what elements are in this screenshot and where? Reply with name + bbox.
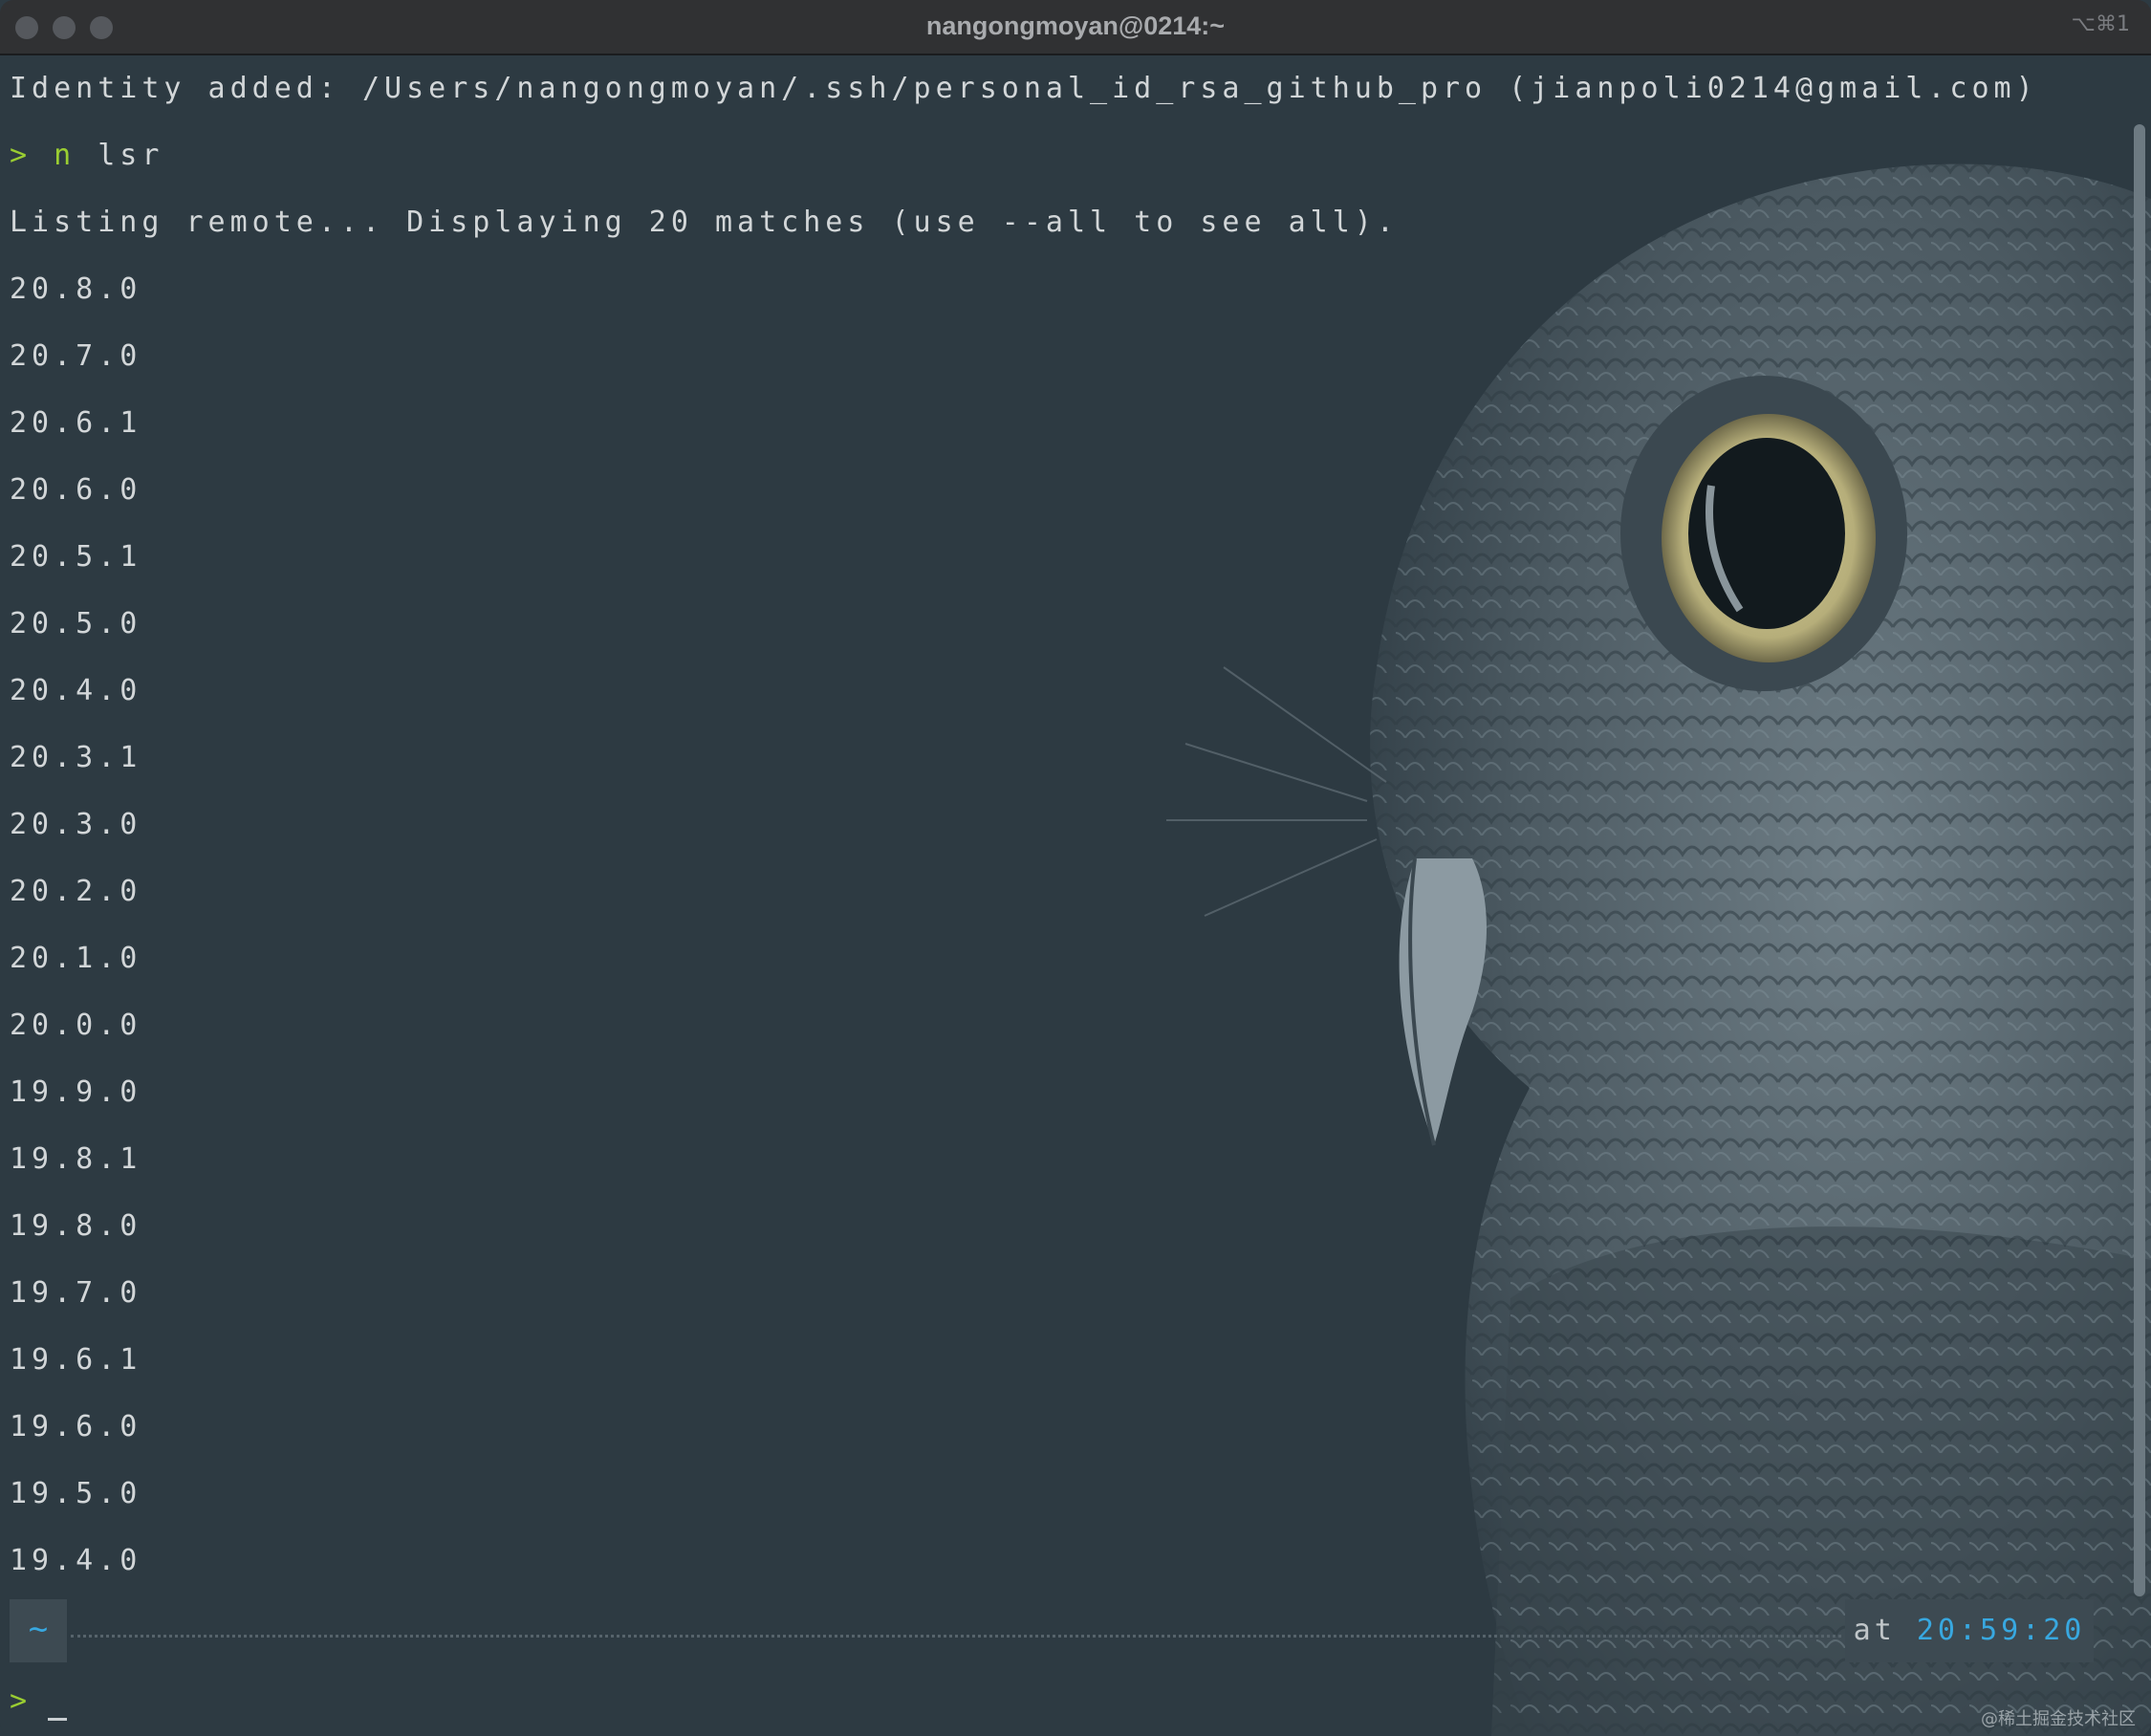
prompt-arrow-icon: > bbox=[10, 139, 33, 172]
tab-shortcut-label: ⌥⌘1 bbox=[2071, 12, 2130, 36]
version-line: 19.9.0 bbox=[10, 1075, 142, 1109]
version-line: 20.6.0 bbox=[10, 473, 142, 507]
version-line: 20.2.0 bbox=[10, 875, 142, 908]
window-title: nangongmoyan@0214:~ bbox=[925, 11, 1226, 40]
command-line: > n lsr bbox=[10, 122, 163, 189]
version-line: 19.8.0 bbox=[10, 1209, 142, 1243]
version-line: 20.8.0 bbox=[10, 272, 142, 306]
version-line: 20.0.0 bbox=[10, 1009, 142, 1042]
status-line-filler bbox=[71, 1635, 1841, 1638]
version-line: 20.5.0 bbox=[10, 607, 142, 640]
identity-line: Identity added: /Users/nangongmoyan/.ssh… bbox=[10, 72, 2038, 105]
terminal-window: nangongmoyan@0214:~ ⌥⌘1 Identity added: … bbox=[0, 0, 2151, 1736]
time-prefix: at bbox=[1853, 1614, 1917, 1647]
owl-background-image bbox=[1166, 163, 2151, 1736]
version-line: 20.7.0 bbox=[10, 339, 142, 373]
version-line: 20.1.0 bbox=[10, 942, 142, 975]
vertical-scrollbar[interactable] bbox=[2134, 124, 2145, 1596]
version-line: 20.3.1 bbox=[10, 741, 142, 774]
input-prompt-arrow-icon: > bbox=[10, 1684, 28, 1718]
time-segment: at 20:59:20 bbox=[1845, 1599, 2094, 1662]
version-line: 19.6.1 bbox=[10, 1343, 142, 1377]
version-line: 19.7.0 bbox=[10, 1276, 142, 1310]
version-line: 20.5.1 bbox=[10, 540, 142, 574]
current-directory-segment: ~ bbox=[10, 1599, 67, 1662]
version-line: 20.3.0 bbox=[10, 808, 142, 841]
command-args: lsr bbox=[76, 139, 164, 172]
version-line: 19.4.0 bbox=[10, 1544, 142, 1577]
title-bar: nangongmoyan@0214:~ ⌥⌘1 bbox=[0, 0, 2151, 55]
version-line: 20.4.0 bbox=[10, 674, 142, 707]
time-value: 20:59:20 bbox=[1916, 1614, 2086, 1647]
command-name: n bbox=[54, 139, 76, 172]
version-line: 20.6.1 bbox=[10, 406, 142, 440]
listing-line: Listing remote... Displaying 20 matches … bbox=[10, 206, 1399, 239]
version-line: 19.5.0 bbox=[10, 1477, 142, 1510]
version-line: 19.8.1 bbox=[10, 1142, 142, 1176]
watermark: @稀土掘金技术社区 bbox=[1981, 1709, 2136, 1729]
version-line: 19.6.0 bbox=[10, 1410, 142, 1443]
text-cursor[interactable] bbox=[48, 1718, 67, 1721]
